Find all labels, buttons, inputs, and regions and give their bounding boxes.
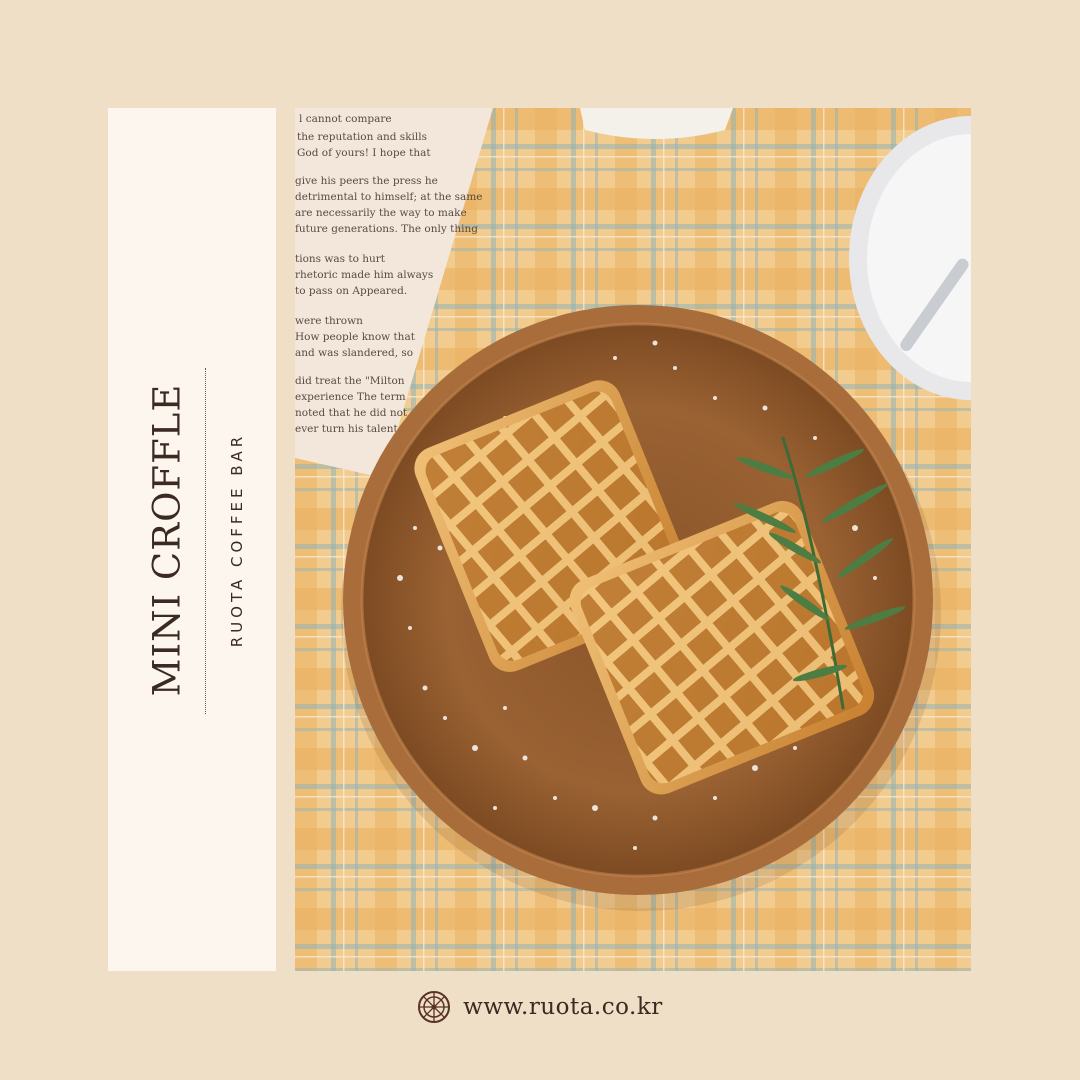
product-title: MINI CROFFLE: [145, 383, 189, 697]
svg-text:are necessarily the way to mak: are necessarily the way to make: [295, 207, 467, 219]
svg-text:and was slandered, so: and was slandered, so: [295, 347, 413, 359]
svg-text:future generations. The only t: future generations. The only thing: [295, 223, 478, 235]
wheel-icon: [418, 991, 451, 1023]
svg-text:give his peers the press he: give his peers the press he: [295, 175, 438, 187]
website-link[interactable]: www.ruota.co.kr: [463, 994, 663, 1020]
svg-text:rhetoric made him always: rhetoric made him always: [295, 269, 433, 281]
title-card: [108, 108, 276, 971]
svg-text:ever turn his talent: ever turn his talent: [295, 423, 398, 435]
svg-text:tions was to hurt: tions was to hurt: [295, 253, 386, 265]
svg-text:to pass on Appeared.: to pass on Appeared.: [295, 285, 407, 297]
svg-text:God of yours! I hope that: God of yours! I hope that: [297, 147, 431, 159]
brand-subtitle: RUOTA COFFEE BAR: [228, 432, 246, 648]
dotted-divider: [205, 368, 206, 714]
footer: www.ruota.co.kr: [0, 985, 1080, 1029]
product-photo: l cannot compare the reputation and skil…: [295, 108, 971, 971]
svg-text:l cannot compare: l cannot compare: [299, 113, 392, 125]
svg-text:were thrown: were thrown: [295, 315, 363, 327]
svg-text:noted that he did not: noted that he did not: [295, 407, 408, 419]
svg-text:experience The term: experience The term: [295, 391, 406, 403]
svg-text:detrimental to himself; at the: detrimental to himself; at the same: [295, 191, 483, 203]
svg-text:did treat the "Milton: did treat the "Milton: [295, 375, 405, 387]
svg-text:the reputation and skills: the reputation and skills: [297, 131, 427, 143]
svg-text:How people know that: How people know that: [295, 331, 416, 343]
